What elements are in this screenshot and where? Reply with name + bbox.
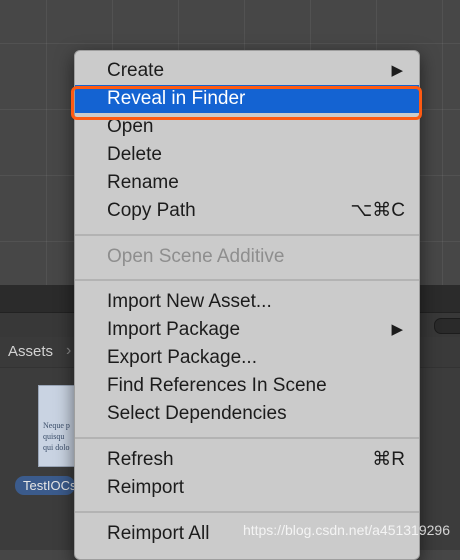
menu-item-label: Reimport All xyxy=(107,523,210,544)
breadcrumb-assets[interactable]: Assets xyxy=(8,343,53,360)
menu-item-label: Import Package xyxy=(107,319,241,340)
menu-item-copy-path[interactable]: Copy Path ⌥⌘C xyxy=(75,197,419,225)
context-menu: Create ▶ Reveal in Finder Open Delete Re… xyxy=(74,50,420,560)
menu-separator xyxy=(75,437,419,439)
chevron-right-icon: › xyxy=(66,342,72,359)
watermark: https://blog.csdn.net/a451319296 xyxy=(242,522,450,538)
menu-item-rename[interactable]: Rename xyxy=(75,169,419,197)
menu-item-label: Rename xyxy=(107,172,179,193)
menu-separator xyxy=(75,511,419,513)
menu-item-label: Export Package... xyxy=(107,347,257,368)
menu-item-label: Import New Asset... xyxy=(107,291,272,312)
menu-item-find-references[interactable]: Find References In Scene xyxy=(75,372,419,400)
menu-item-label: Select Dependencies xyxy=(107,403,287,424)
menu-item-delete[interactable]: Delete xyxy=(75,141,419,169)
asset-name-label[interactable]: TestIOCs xyxy=(15,476,75,495)
menu-item-import-package[interactable]: Import Package ▶ xyxy=(75,316,419,344)
menu-item-label: Create xyxy=(107,60,165,81)
menu-item-label: Copy Path xyxy=(107,200,196,221)
shortcut-label: ⌘R xyxy=(372,449,405,470)
highlight-annotation-box xyxy=(71,86,422,120)
submenu-arrow-icon: ▶ xyxy=(391,62,403,79)
menu-item-reimport[interactable]: Reimport xyxy=(75,474,419,502)
menu-item-label: Refresh xyxy=(107,449,174,470)
menu-separator xyxy=(75,234,419,236)
menu-item-label: Delete xyxy=(107,144,162,165)
menu-item-refresh[interactable]: Refresh ⌘R xyxy=(75,446,419,474)
menu-item-open-scene-additive: Open Scene Additive xyxy=(75,243,419,271)
menu-item-label: Find References In Scene xyxy=(107,375,327,396)
menu-item-label: Reimport xyxy=(107,477,185,498)
menu-separator xyxy=(75,279,419,281)
submenu-arrow-icon: ▶ xyxy=(391,321,403,338)
menu-item-export-package[interactable]: Export Package... xyxy=(75,344,419,372)
menu-item-label: Open Scene Additive xyxy=(107,246,285,267)
menu-item-select-dependencies[interactable]: Select Dependencies xyxy=(75,400,419,428)
menu-item-import-new-asset[interactable]: Import New Asset... xyxy=(75,288,419,316)
menu-item-create[interactable]: Create ▶ xyxy=(75,57,419,85)
search-field[interactable] xyxy=(434,318,460,334)
shortcut-label: ⌥⌘C xyxy=(350,200,405,221)
